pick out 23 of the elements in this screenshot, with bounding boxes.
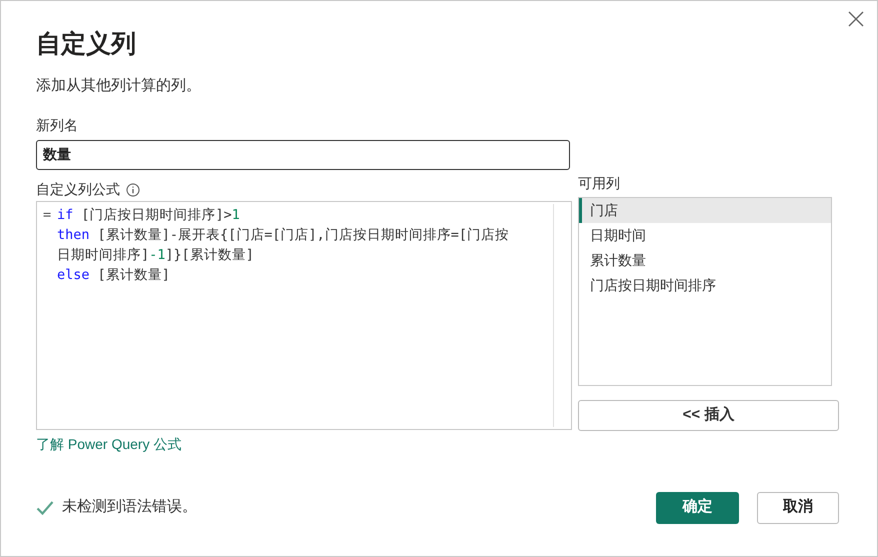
- column-list-item[interactable]: 累计数量: [579, 248, 831, 272]
- code-line: if [门店按日期时间排序]>1: [57, 206, 240, 224]
- learn-link[interactable]: 了解 Power Query 公式: [36, 434, 182, 454]
- code-line: 日期时间排序]-1]}[累计数量]: [57, 246, 254, 264]
- code-line: else [累计数量]: [57, 266, 170, 284]
- field-label: 新列名: [36, 116, 78, 134]
- column-list-item[interactable]: 日期时间: [579, 222, 831, 248]
- insert-button[interactable]: << 插入: [578, 400, 839, 430]
- column-name-field[interactable]: 数量: [36, 140, 570, 170]
- dialog-description: 添加从其他列计算的列。: [36, 76, 201, 96]
- column-list-item[interactable]: 门店: [579, 198, 831, 222]
- cancel-button[interactable]: 取消: [757, 492, 839, 524]
- list-label: 可用列: [578, 174, 620, 192]
- column-list-item[interactable]: 门店按日期时间排序: [579, 272, 831, 298]
- field-label: 自定义列公式: [36, 180, 120, 199]
- formula-editor[interactable]: = if [门店按日期时间排序]>1 then [累计数量]-展开表{[门店=[门店],门店按日期时间排序=[门店按 日期时间排序]-1]}[累计数量] else [累计数量]: [36, 200, 572, 430]
- dialog-title: 自定义列: [36, 29, 136, 60]
- info-icon[interactable]: [126, 182, 140, 196]
- close-icon[interactable]: [847, 10, 865, 28]
- status-message: 未检测到语法错误。: [62, 497, 197, 518]
- code-line: then [累计数量]-展开表{[门店=[门店],门店按日期时间排序=[门店按: [57, 226, 510, 244]
- equals-sign: =: [43, 206, 52, 224]
- ok-button[interactable]: 确定: [656, 492, 739, 524]
